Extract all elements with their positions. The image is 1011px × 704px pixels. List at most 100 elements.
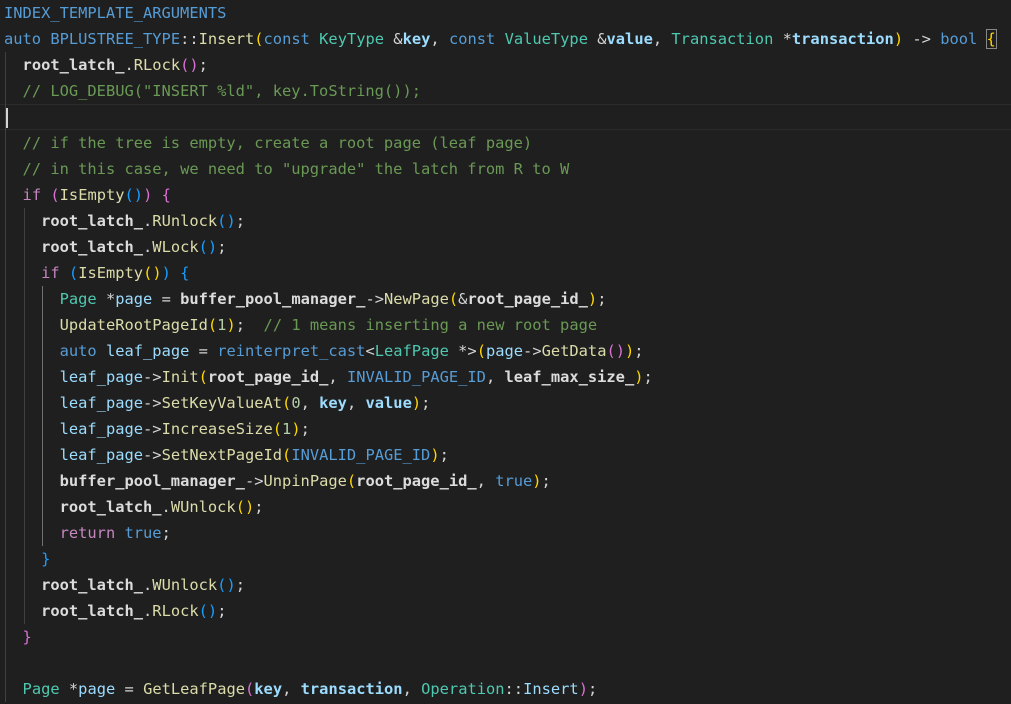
code-token: buffer_pool_manager_ [59, 472, 245, 490]
code-token: reinterpret_cast [217, 342, 366, 360]
code-token: ; [235, 316, 245, 334]
code-line[interactable]: // if the tree is empty, create a root p… [0, 130, 1011, 156]
code-token: WUnlock [152, 576, 218, 594]
code-line[interactable]: root_latch_.RUnlock(); [0, 208, 1011, 234]
code-token: -> [143, 420, 162, 438]
code-line[interactable]: root_latch_.RLock(); [0, 598, 1011, 624]
code-line[interactable]: return true; [0, 520, 1011, 546]
code-token: if [41, 264, 60, 282]
code-token: // LOG_DEBUG("INSERT %ld", key.ToString(… [22, 82, 421, 100]
code-token: Transaction [671, 30, 774, 48]
code-line[interactable]: auto BPLUSTREE_TYPE::Insert(const KeyTyp… [0, 26, 1011, 52]
code-token: ( [68, 264, 79, 282]
code-token: ( [282, 394, 292, 412]
code-line[interactable]: if (IsEmpty()) { [0, 260, 1011, 286]
code-line[interactable]: buffer_pool_manager_->UnpinPage(root_pag… [0, 468, 1011, 494]
indent-guide [42, 286, 44, 546]
code-line[interactable]: Page *page = buffer_pool_manager_->NewPa… [0, 286, 1011, 312]
code-line[interactable]: } [0, 546, 1011, 572]
code-token: ; [587, 680, 598, 698]
code-token: < [365, 342, 375, 360]
code-token: ; [254, 498, 264, 516]
code-token: { [985, 29, 997, 49]
code-line[interactable]: root_latch_.RLock(); [0, 52, 1011, 78]
code-line[interactable]: if (IsEmpty()) { [0, 182, 1011, 208]
code-token: KeyType [319, 30, 385, 48]
code-token: , [485, 368, 505, 386]
code-token: root_latch_ [59, 498, 162, 516]
code-token: () [180, 56, 199, 74]
code-line[interactable]: Page *page = GetLeafPage(key, transactio… [0, 676, 1011, 702]
code-token: = [115, 680, 144, 698]
code-token: value [606, 30, 653, 48]
code-token: ( [448, 290, 459, 308]
code-line[interactable]: leaf_page->Init(root_page_id_, INVALID_P… [0, 364, 1011, 390]
code-token: root_page_id_ [467, 290, 588, 308]
code-line[interactable]: // in this case, we need to "upgrade" th… [0, 156, 1011, 182]
code-token: leaf_page [105, 342, 190, 360]
code-token: ; [198, 56, 208, 74]
code-token: IsEmpty [59, 186, 125, 204]
code-line[interactable]: root_latch_.WLock(); [0, 234, 1011, 260]
code-token: UnpinPage [263, 472, 347, 490]
indent-guide [5, 52, 6, 702]
code-token: leaf_max_size_ [504, 368, 635, 386]
code-token: page [485, 342, 524, 360]
code-token: ; [439, 446, 449, 464]
code-token: { [161, 186, 171, 204]
code-line[interactable]: auto leaf_page = reinterpret_cast<LeafPa… [0, 338, 1011, 364]
code-token: ; [421, 394, 431, 412]
code-line[interactable]: INDEX_TEMPLATE_ARGUMENTS [0, 0, 1011, 26]
code-token: ) [430, 446, 440, 464]
code-token: const [263, 30, 310, 48]
code-token: page [115, 290, 153, 308]
code-token: leaf_page [59, 446, 144, 464]
code-token: -> [143, 446, 162, 464]
code-line[interactable]: // LOG_DEBUG("INSERT %ld", key.ToString(… [0, 78, 1011, 104]
code-token: * [59, 680, 79, 698]
code-token: ( [198, 368, 208, 386]
code-line[interactable]: root_latch_.WUnlock(); [0, 572, 1011, 598]
code-line[interactable]: leaf_page->SetNextPageId(INVALID_PAGE_ID… [0, 442, 1011, 468]
code-line[interactable]: leaf_page->SetKeyValueAt(0, key, value); [0, 390, 1011, 416]
code-token: ; [597, 290, 607, 308]
code-token: INVALID_PAGE_ID [291, 446, 431, 464]
code-token: value [365, 394, 412, 412]
code-token: UpdateRootPageId [59, 316, 208, 334]
code-token: ; [161, 524, 171, 542]
code-token: ) [587, 290, 598, 308]
code-editor[interactable]: INDEX_TEMPLATE_ARGUMENTS auto BPLUSTREE_T… [0, 0, 1011, 704]
code-token: if [22, 186, 42, 204]
code-token: ( [272, 420, 283, 438]
code-token: root_latch_ [41, 212, 144, 230]
code-token: const [448, 30, 496, 48]
code-line[interactable]: UpdateRootPageId(1); // 1 means insertin… [0, 312, 1011, 338]
code-line[interactable] [0, 104, 1011, 130]
code-token: RLock [152, 602, 199, 620]
code-token: -> [143, 368, 162, 386]
code-token: auto [4, 30, 42, 48]
code-token: () [124, 186, 144, 204]
code-line[interactable] [0, 650, 1011, 676]
code-token: :: [504, 680, 524, 698]
code-line[interactable]: leaf_page->IncreaseSize(1); [0, 416, 1011, 442]
code-token: ) [411, 394, 422, 412]
code-token: RUnlock [152, 212, 218, 230]
code-line[interactable]: root_latch_.WUnlock(); [0, 494, 1011, 520]
code-token: , [328, 368, 347, 386]
code-line[interactable]: } [0, 624, 1011, 650]
code-token: ( [476, 342, 486, 360]
